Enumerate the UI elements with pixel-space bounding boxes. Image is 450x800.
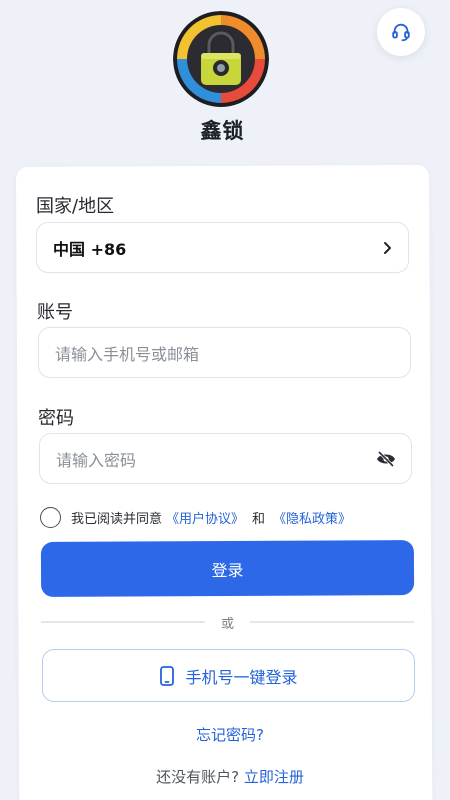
agreement-row: 我已阅读并同意 《用户协议》 和 《隐私政策》 <box>40 504 351 530</box>
password-label: 密码 <box>38 408 74 429</box>
phone-login-label: 手机号一键登录 <box>185 667 298 687</box>
padlock-logo-icon <box>173 11 269 107</box>
smartphone-icon <box>160 665 175 686</box>
account-placeholder: 请输入手机号或邮箱 <box>55 344 200 364</box>
region-label: 国家/地区 <box>36 196 115 217</box>
forgot-password-link[interactable]: 忘记密码? <box>0 724 450 745</box>
agreement-prefix: 我已阅读并同意 <box>71 511 163 527</box>
account-label: 账号 <box>37 302 73 323</box>
or-divider: 或 <box>41 612 415 632</box>
agreement-checkbox[interactable] <box>40 506 61 528</box>
login-screen: 鑫锁 国家/地区 中国 +86 账号 请输入手机号或邮箱 密码 请输入密码 我已… <box>0 0 450 800</box>
phone-login-button[interactable]: 手机号一键登录 <box>42 649 415 702</box>
login-button[interactable]: 登录 <box>40 540 415 597</box>
agreement-conjunction: 和 <box>252 511 266 527</box>
divider-line-right <box>250 621 415 623</box>
divider-text: 或 <box>221 616 235 632</box>
app-name: 鑫锁 <box>200 119 245 143</box>
password-input[interactable]: 请输入密码 <box>39 433 412 484</box>
register-prompt: 还没有账户? <box>156 768 240 786</box>
register-row: 还没有账户? 立即注册 <box>0 766 450 787</box>
eye-off-icon[interactable] <box>376 450 396 467</box>
region-select[interactable]: 中国 +86 <box>36 222 409 273</box>
privacy-policy-link[interactable]: 《隐私政策》 <box>273 508 351 527</box>
password-placeholder: 请输入密码 <box>56 450 137 470</box>
divider-line-left <box>41 621 205 623</box>
customer-support-button[interactable] <box>377 8 425 56</box>
register-link[interactable]: 立即注册 <box>244 768 304 786</box>
region-value: 中国 +86 <box>53 239 127 259</box>
app-logo <box>173 11 269 107</box>
account-input[interactable]: 请输入手机号或邮箱 <box>38 327 411 378</box>
user-agreement-link[interactable]: 《用户协议》 <box>166 508 244 527</box>
headset-icon <box>392 23 410 42</box>
chevron-right-icon <box>381 241 393 255</box>
